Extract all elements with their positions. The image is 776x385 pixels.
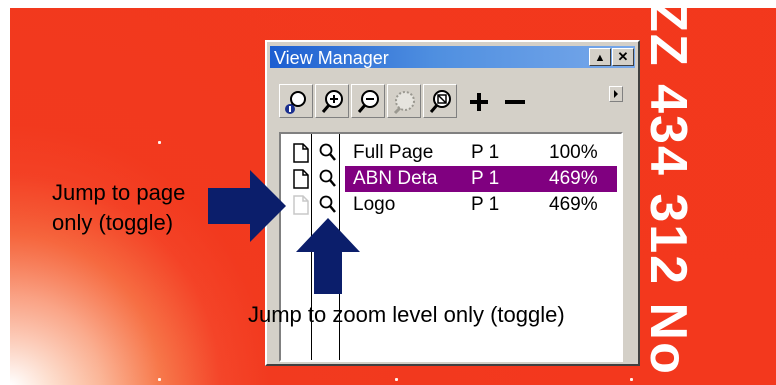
view-name: Full Page xyxy=(353,142,434,163)
close-icon: ✕ xyxy=(617,49,629,64)
zoom-to-view-button[interactable] xyxy=(279,84,313,118)
view-zoom: 469% xyxy=(549,168,598,189)
annotation-line: Jump to page xyxy=(52,180,186,205)
view-zoom: 100% xyxy=(549,142,598,163)
jump-to-page-toggle-icon[interactable] xyxy=(293,143,309,163)
delete-view-icon xyxy=(505,100,525,104)
chevron-right-icon xyxy=(614,90,618,98)
jump-to-zoom-annotation: Jump to zoom level only (toggle) xyxy=(248,302,565,327)
jump-to-zoom-toggle-icon[interactable] xyxy=(319,195,337,215)
view-row-selected[interactable]: ABN Deta P 1 469% xyxy=(281,166,621,192)
minimize-button[interactable]: ▲ xyxy=(589,48,611,66)
guide-mark xyxy=(158,141,161,144)
guide-mark xyxy=(630,378,633,381)
window-title: View Manager xyxy=(274,48,389,68)
zoom-fit-button[interactable] xyxy=(423,84,457,118)
view-row[interactable]: Full Page P 1 100% xyxy=(281,140,621,166)
view-page: P 1 xyxy=(471,168,500,189)
title-bar[interactable]: View Manager ▲ ✕ xyxy=(270,46,635,68)
view-name: ABN Deta xyxy=(353,168,438,189)
add-view-icon xyxy=(470,93,488,111)
view-row[interactable]: Logo P 1 469% xyxy=(281,192,621,218)
delete-view-button[interactable] xyxy=(497,84,531,118)
toolbar xyxy=(279,84,634,120)
zoom-selection-icon xyxy=(393,91,415,115)
toolbar-overflow-button[interactable] xyxy=(609,86,623,102)
view-page: P 1 xyxy=(471,194,500,215)
jump-to-page-annotation: Jump to page only (toggle) xyxy=(52,178,185,238)
close-button[interactable]: ✕ xyxy=(612,48,634,66)
annotation-line: only (toggle) xyxy=(52,210,174,235)
minimize-icon: ▲ xyxy=(594,52,606,64)
jump-to-zoom-toggle-icon[interactable] xyxy=(319,169,337,189)
zoom-in-icon xyxy=(321,90,343,113)
zoom-out-button[interactable] xyxy=(351,84,385,118)
zoom-to-view-icon xyxy=(285,91,306,114)
zoom-in-button[interactable] xyxy=(315,84,349,118)
add-view-button[interactable] xyxy=(461,84,495,118)
view-name: Logo xyxy=(353,194,396,215)
up-arrow-icon xyxy=(296,218,360,294)
jump-to-page-toggle-off-icon[interactable] xyxy=(293,195,309,215)
background-document-text: ZZ 434 312 No xyxy=(639,8,698,376)
jump-to-zoom-toggle-icon[interactable] xyxy=(319,143,337,163)
guide-mark xyxy=(158,378,161,381)
zoom-selection-button[interactable] xyxy=(387,84,421,118)
guide-mark xyxy=(395,378,398,381)
zoom-out-icon xyxy=(357,90,379,113)
view-zoom: 469% xyxy=(549,194,598,215)
zoom-fit-icon xyxy=(429,90,451,113)
view-page: P 1 xyxy=(471,142,500,163)
right-arrow-icon xyxy=(208,170,286,242)
jump-to-page-toggle-icon[interactable] xyxy=(293,169,309,189)
